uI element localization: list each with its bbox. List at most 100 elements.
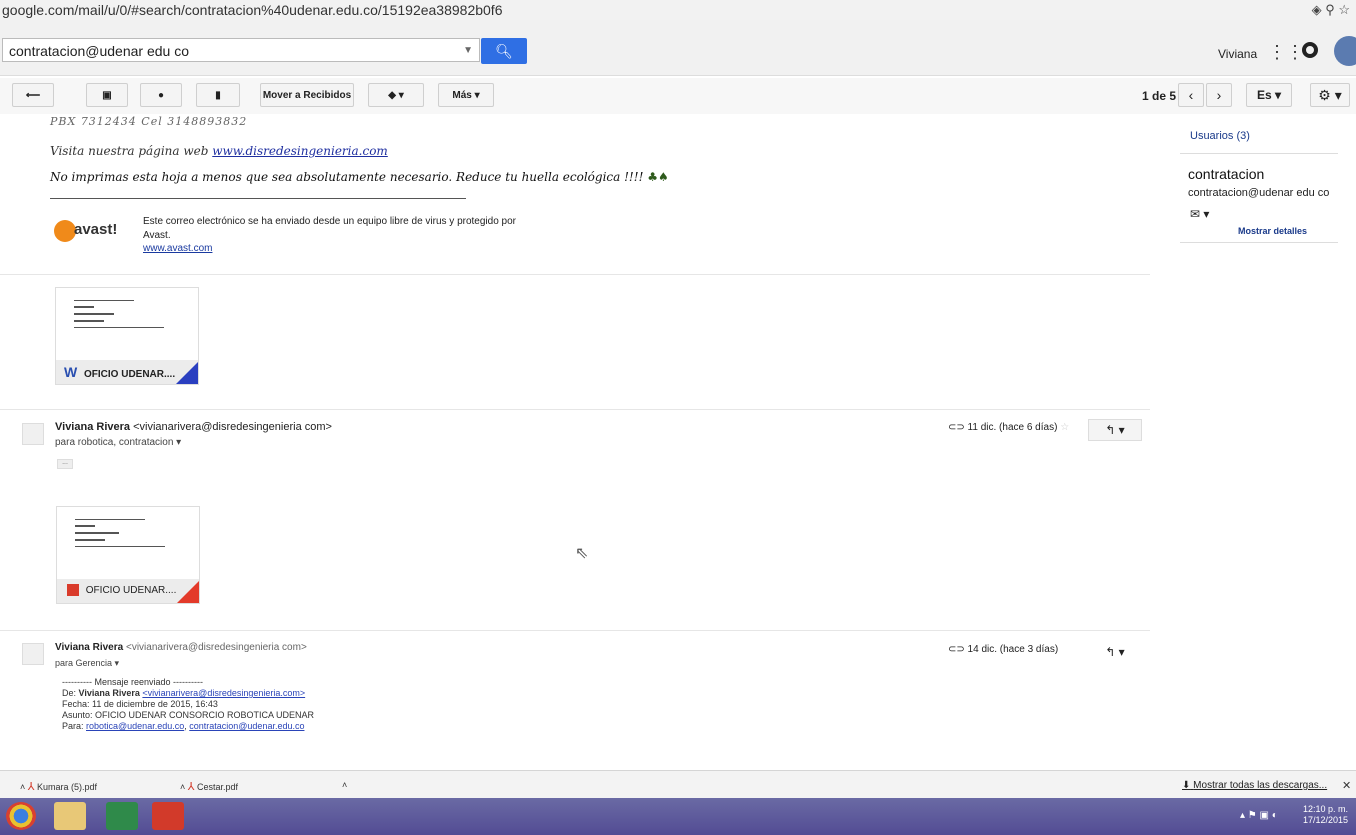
forward-subject: Asunto: OFICIO UDENAR CONSORCIO ROBOTICA…	[62, 710, 315, 720]
file-explorer-icon[interactable]	[54, 802, 86, 830]
show-all-downloads-link[interactable]: ⬇ Mostrar todas las descargas...	[1182, 780, 1327, 791]
forward-to-link[interactable]: robotica@udenar.edu.co	[86, 721, 184, 731]
pdf-icon: ⅄	[187, 781, 195, 793]
reply-icon: ↰ ▾	[1105, 423, 1125, 437]
input-language-button[interactable]: Es ▾	[1246, 83, 1292, 107]
forward-from: De: Viviana Rivera <vivianarivera@disred…	[62, 688, 482, 699]
pdf-icon	[67, 584, 79, 597]
eco-text: No imprimas esta hoja a menos que sea ab…	[50, 170, 644, 184]
download-bar: ˄ ⅄ Kumara (5).pdf ˄ ⅄ Cestar.pdf ˄ ⬇ Mo…	[0, 770, 1356, 799]
forward-date: Fecha: 11 de diciembre de 2015, 16:43	[62, 699, 218, 709]
avast-logo-text: avast!	[74, 221, 118, 238]
search-input[interactable]: contratacion@udenar edu co ▼	[2, 38, 480, 62]
label-icon: ◆ ▾	[388, 90, 404, 101]
notifications-icon[interactable]	[1302, 42, 1318, 58]
system-tray-icons[interactable]: ▴ ⚑ ▣ ◐	[1240, 810, 1278, 821]
download-options-icon[interactable]: ˄	[342, 780, 347, 790]
avatar[interactable]	[1334, 36, 1356, 66]
sender-email: <vivianarivera@disredesingenieria com>	[125, 642, 307, 653]
contact-email: contratacion@udenar edu co	[1188, 187, 1330, 199]
download-item[interactable]: ˄ ⅄ Cestar.pdf	[180, 780, 238, 793]
reply-button[interactable]: ↰ ▾	[1088, 641, 1142, 663]
message-date: ⊂⊃ 11 dic. (hace 6 días) ☆	[948, 422, 1069, 433]
users-count[interactable]: Usuarios (3)	[1190, 130, 1250, 142]
pdf-icon: ⅄	[27, 781, 35, 793]
archive-button[interactable]: ▣	[86, 83, 128, 107]
avast-link[interactable]: www.avast.com	[143, 243, 212, 254]
attachment-name: OFICIO UDENAR....	[85, 585, 177, 596]
attachment-thumbnail[interactable]: OFICIO UDENAR....	[56, 506, 200, 604]
move-to-inbox-button[interactable]: Mover a Recibidos	[260, 83, 354, 107]
forward-from-email[interactable]: <vivianarivera@disredesingenieria.com>	[142, 688, 305, 698]
divider	[1180, 242, 1338, 243]
forward-header: ---------- Mensaje reenviado ----------	[62, 677, 203, 687]
search-value[interactable]: contratacion@udenar edu co	[9, 43, 189, 59]
more-button[interactable]: Más ▾	[438, 83, 494, 107]
forward-to-label: Para:	[62, 721, 87, 731]
delete-button[interactable]: ▮	[196, 83, 240, 107]
apps-grid-icon[interactable]: ⋮⋮	[1268, 42, 1304, 63]
close-icon[interactable]: ✕	[1342, 779, 1351, 792]
excel-icon[interactable]	[106, 802, 138, 830]
gmail-header: contratacion@udenar edu co ▼ 🔍︎ Viviana …	[0, 20, 1356, 76]
word-icon: W	[64, 364, 78, 380]
spam-icon: ●	[157, 90, 165, 101]
download-filename: Cestar.pdf	[197, 782, 239, 792]
date-text: 11 dic. (hace 6 días)	[967, 422, 1058, 433]
older-button[interactable]: ›	[1206, 83, 1232, 107]
attachment-thumbnail[interactable]: W OFICIO UDENAR....	[55, 287, 199, 385]
forward-to-link[interactable]: contratacion@udenar.edu.co	[189, 721, 304, 731]
divider	[0, 274, 1150, 275]
avast-notice: Este correo electrónico se ha enviado de…	[143, 216, 517, 241]
attachment-clip-icon: ⊂⊃	[948, 422, 965, 433]
search-options-icon[interactable]: ▼	[463, 39, 473, 63]
clock-time: 12:10 p. m.	[1303, 804, 1349, 814]
show-trimmed-button[interactable]: ...	[57, 459, 73, 469]
download-item[interactable]: ˄ ⅄ Kumara (5).pdf	[20, 780, 97, 793]
contact-name[interactable]: contratacion	[1188, 166, 1264, 182]
website-link[interactable]: www.disredesingenieria.com	[212, 144, 388, 158]
avast-logo-mark	[54, 220, 76, 242]
recipients-text: para robotica, contratacion	[55, 437, 174, 448]
gear-icon: ⚙ ▾	[1318, 87, 1342, 103]
forward-from-label: De:	[62, 688, 79, 698]
show-details-link[interactable]: Mostrar detalles	[1238, 226, 1307, 236]
chrome-icon[interactable]	[6, 802, 36, 830]
system-clock[interactable]: 12:10 p. m. 17/12/2015	[1303, 804, 1348, 826]
forward-from-name: Viviana Rivera	[78, 688, 140, 698]
email-contact-icon[interactable]: ✉ ▾	[1190, 207, 1209, 221]
avast-logo: avast!	[54, 218, 130, 244]
extension-icons[interactable]: ◈ ⚲ ☆	[1312, 2, 1350, 18]
acrobat-icon[interactable]	[152, 802, 184, 830]
message-sender[interactable]: Viviana Rivera <vivianarivera@disredesin…	[55, 642, 307, 653]
more-label: Más	[452, 90, 472, 101]
divider	[1180, 153, 1338, 154]
report-spam-button[interactable]: ●	[140, 83, 182, 107]
message-recipients[interactable]: para robotica, contratacion ▾	[55, 437, 181, 448]
back-button[interactable]: ⟵	[12, 83, 54, 107]
browser-url-bar[interactable]: google.com/mail/u/0/#search/contratacion…	[0, 0, 1356, 20]
attachment-corner	[176, 362, 198, 384]
url-text[interactable]: google.com/mail/u/0/#search/contratacion…	[2, 2, 502, 18]
signature-website: Visita nuestra página web www.disredesin…	[50, 144, 388, 158]
message-recipients[interactable]: para Gerencia ▾	[55, 658, 119, 669]
show-all-text: Mostrar todas las descargas...	[1193, 780, 1328, 791]
search-button[interactable]: 🔍︎	[481, 38, 527, 64]
reply-button[interactable]: ↰ ▾	[1088, 419, 1142, 441]
message-sender[interactable]: Viviana Rivera <vivianarivera@disredesin…	[55, 421, 332, 433]
settings-button[interactable]: ⚙ ▾	[1310, 83, 1350, 107]
document-preview	[74, 300, 174, 333]
sender-name: Viviana Rivera	[55, 642, 124, 653]
newer-button[interactable]: ‹	[1178, 83, 1204, 107]
signature-eco-note: No imprimas esta hoja a menos que sea ab…	[50, 170, 669, 184]
account-name[interactable]: Viviana	[1218, 47, 1257, 61]
star-icon[interactable]: ☆	[1060, 422, 1069, 433]
date-text: 14 dic. (hace 3 días)	[967, 644, 1059, 655]
download-chevron-icon: ˄	[20, 782, 28, 792]
sender-avatar	[22, 423, 44, 445]
forwarded-message: ---------- Mensaje reenviado ---------- …	[62, 677, 482, 732]
labels-button[interactable]: ◆ ▾	[368, 83, 424, 107]
archive-icon: ▣	[102, 90, 112, 101]
sender-avatar	[22, 643, 44, 665]
reply-icon: ↰ ▾	[1105, 645, 1125, 659]
